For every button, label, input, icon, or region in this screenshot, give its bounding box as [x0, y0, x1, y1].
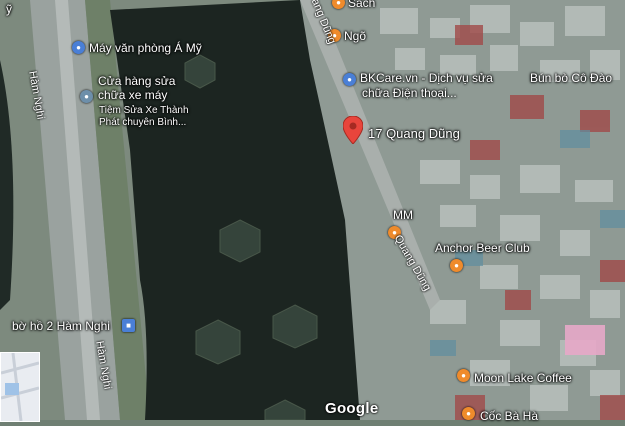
place-ngo[interactable]: Ngõ: [344, 29, 366, 43]
place-bkcare-line1[interactable]: BKCare.vn - Dịch vụ sửa: [360, 71, 493, 85]
satellite-map[interactable]: [0, 0, 625, 420]
place-bun-bo[interactable]: Bún bò Cô Đào: [530, 71, 612, 85]
coffee-icon[interactable]: ●: [457, 369, 470, 382]
location-pin-icon[interactable]: [343, 116, 363, 144]
top-left-partial-label: ỹ: [6, 2, 12, 16]
place-may-van-phong[interactable]: Máy văn phòng Á Mỹ: [89, 41, 202, 55]
place-cua-hang-line1[interactable]: Cửa hàng sửa: [98, 74, 175, 88]
pin-address-label[interactable]: 17 Quang Dũng: [368, 127, 460, 141]
place-anchor-beer[interactable]: Anchor Beer Club: [435, 241, 530, 255]
place-moon-lake[interactable]: Moon Lake Coffee: [474, 371, 572, 385]
bar-icon[interactable]: ●: [450, 259, 463, 272]
restaurant-icon[interactable]: ●: [462, 407, 475, 420]
bus-stop-icon[interactable]: ■: [122, 319, 135, 332]
place-cua-hang-line2[interactable]: chữa xe máy: [98, 88, 167, 102]
shopping-bag-icon[interactable]: ●: [343, 73, 356, 86]
google-logo: Google: [325, 400, 379, 417]
wrench-icon[interactable]: ●: [80, 90, 93, 103]
place-tiem-sua-line2[interactable]: Phát chuyên Bình...: [99, 116, 186, 130]
place-mm[interactable]: MM: [393, 208, 413, 222]
place-sach[interactable]: Sách: [348, 0, 375, 10]
place-bo-ho[interactable]: bờ hồ 2 Hàm Nghi: [12, 319, 110, 333]
place-bkcare-line2[interactable]: chữa Điện thoại...: [362, 86, 457, 100]
map-layer-thumbnail[interactable]: [0, 352, 40, 422]
place-coc-ba-ha[interactable]: Cốc Bà Hà: [480, 409, 538, 423]
map-thumbnail-icon: [0, 352, 40, 422]
shopping-bag-icon[interactable]: ●: [72, 41, 85, 54]
